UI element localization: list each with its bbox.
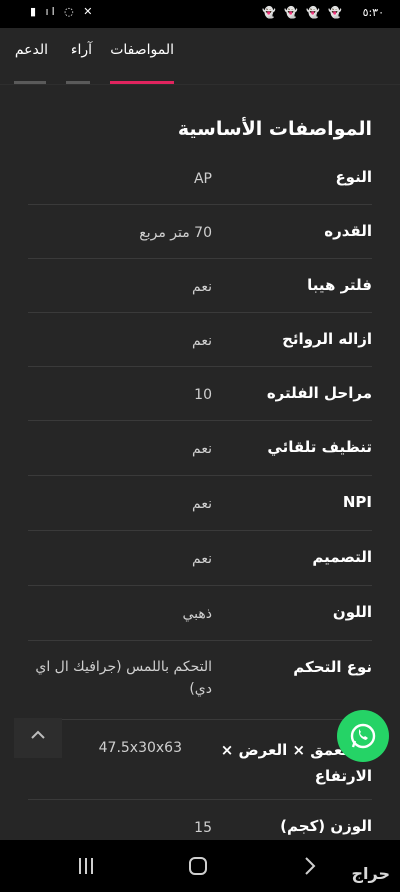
spec-value: نعم xyxy=(192,496,212,512)
tab-label: الدعم xyxy=(14,42,48,58)
spec-value: نعم xyxy=(192,279,212,295)
system-nav-bar xyxy=(0,840,400,892)
tab-label: المواصفات xyxy=(110,42,174,58)
spec-row-design: التصميم نعم xyxy=(28,531,372,586)
home-icon xyxy=(189,857,207,875)
spec-label: الوزن (كجم) xyxy=(280,817,372,835)
spec-value: التحكم باللمس (جرافيك ال اي دي) xyxy=(35,659,212,697)
spec-row-power: القدره 70 متر مربع xyxy=(28,205,372,259)
spec-value: ذهبي xyxy=(182,606,212,622)
scroll-top-button[interactable] xyxy=(14,718,62,758)
chevron-up-icon xyxy=(31,730,45,739)
snapchat-icon: 👻 xyxy=(328,6,342,19)
whatsapp-button[interactable] xyxy=(337,710,389,762)
spec-row-npi: NPI نعم xyxy=(28,476,372,531)
spec-row-stages: مراحل الفلتره 10 xyxy=(28,367,372,421)
recent-apps-button[interactable] xyxy=(66,852,106,880)
status-time: ٥:٣٠ xyxy=(362,6,384,19)
spec-row-odor: ازاله الروائح نعم xyxy=(28,313,372,367)
spec-label: التصميم xyxy=(312,548,372,566)
spec-value: 15 xyxy=(194,820,212,836)
spec-row-color: اللون ذهبي xyxy=(28,586,372,641)
whatsapp-icon xyxy=(350,723,376,749)
haraj-logo: حراج xyxy=(351,864,391,883)
spec-row-hepa: فلتر هيبا نعم xyxy=(28,259,372,313)
status-bar: ▮ ıl ◌ ✕ 👻 👻 👻 👻 ٥:٣٠ xyxy=(0,0,400,28)
snapchat-icon: 👻 xyxy=(306,6,320,19)
spec-label: النوع xyxy=(335,168,372,186)
spec-label: ازاله الروائح xyxy=(282,330,372,348)
spec-value: 70 متر مربع xyxy=(139,225,212,241)
tab-label: آراء xyxy=(70,42,92,58)
section-title: المواصفات الأساسية xyxy=(177,118,372,140)
divider xyxy=(0,84,400,85)
snapchat-icon: 👻 xyxy=(262,6,276,19)
spec-value: AP xyxy=(193,171,212,187)
spec-label: مراحل الفلتره xyxy=(266,384,372,402)
spec-label: اللون xyxy=(332,603,372,621)
back-icon xyxy=(305,857,316,875)
tab-support[interactable]: الدعم xyxy=(8,28,52,84)
spec-row-type: النوع AP xyxy=(28,150,372,205)
spec-value: نعم xyxy=(192,551,212,567)
spec-value: 10 xyxy=(194,387,212,403)
spec-label: القدره xyxy=(324,222,372,240)
spec-row-autoclean: تنظيف تلقائي نعم xyxy=(28,421,372,476)
spec-label: نوع التحكم xyxy=(293,658,372,676)
spec-row-weight: الوزن (كجم) 15 xyxy=(28,800,372,840)
tab-bar: المواصفات آراء الدعم xyxy=(0,28,400,84)
spec-row-control: نوع التحكم التحكم باللمس (جرافيك ال اي د… xyxy=(28,641,372,720)
tab-specs[interactable]: المواصفات xyxy=(104,28,180,84)
home-button[interactable] xyxy=(178,852,218,880)
snapchat-icon: 👻 xyxy=(284,6,298,19)
spec-label: NPI xyxy=(342,493,372,511)
spec-label: فلتر هيبا xyxy=(307,276,372,294)
back-button[interactable] xyxy=(290,852,330,880)
recent-apps-icon xyxy=(79,858,93,874)
spec-value: نعم xyxy=(192,333,212,349)
tab-reviews[interactable]: آراء xyxy=(60,28,96,84)
status-icons: ▮ ıl ◌ ✕ xyxy=(30,5,96,18)
spec-row-dimensions: د: العمق × العرض × الارتفاع 47.5x30x63 xyxy=(28,720,372,800)
spec-label: تنظيف تلقائي xyxy=(267,438,372,456)
spec-value: نعم xyxy=(192,441,212,457)
